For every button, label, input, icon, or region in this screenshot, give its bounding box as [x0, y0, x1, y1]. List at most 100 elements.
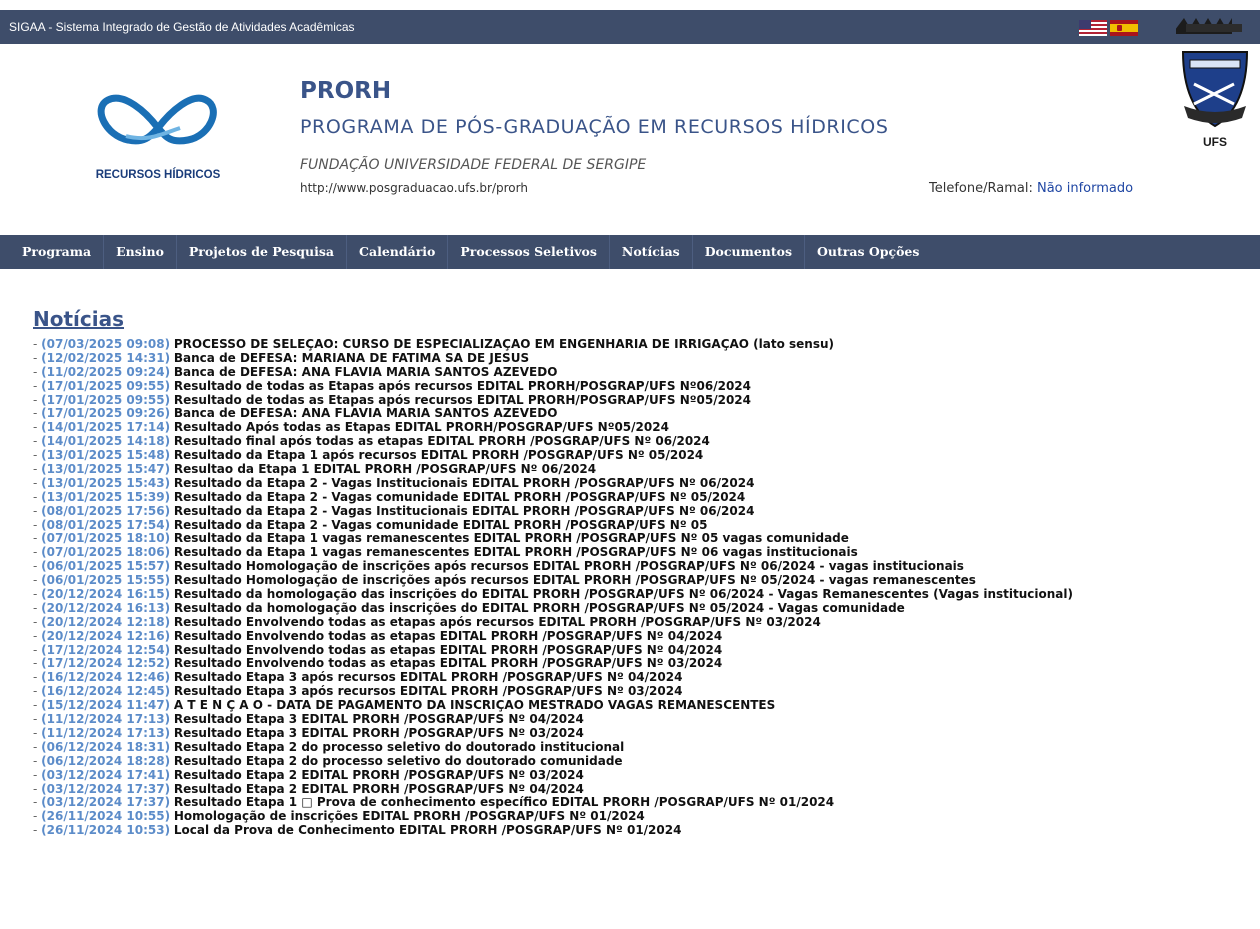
news-date: (03/12/2024 17:37) — [41, 796, 171, 810]
news-date: (26/11/2024 10:53) — [41, 824, 171, 838]
news-item[interactable]: - (08/01/2025 17:54) Resultado da Etapa … — [33, 519, 1253, 533]
news-item[interactable]: - (16/12/2024 12:45) Resultado Etapa 3 a… — [33, 685, 1253, 699]
news-item[interactable]: - (03/12/2024 17:41) Resultado Etapa 2 E… — [33, 769, 1253, 783]
news-item[interactable]: - (11/02/2025 09:24) Banca de DEFESA: AN… — [33, 366, 1253, 380]
news-date: (07/03/2025 09:08) — [41, 338, 171, 351]
news-title[interactable]: Resultado Etapa 2 EDITAL PRORH /POSGRAP/… — [174, 769, 584, 782]
news-item[interactable]: - (13/01/2025 15:47) Resultao da Etapa 1… — [33, 463, 1253, 477]
news-title[interactable]: Resultado Etapa 3 após recursos EDITAL P… — [174, 671, 683, 684]
news-item[interactable]: - (14/01/2025 14:18) Resultado final apó… — [33, 435, 1253, 449]
program-abbreviation: PRORH — [300, 78, 392, 104]
news-title[interactable]: Resultado da homologação das inscrições … — [174, 588, 1073, 601]
news-title[interactable]: Resultado Após todas as Etapas EDITAL PR… — [174, 421, 669, 434]
news-item[interactable]: - (11/12/2024 17:13) Resultado Etapa 3 E… — [33, 727, 1253, 741]
news-title[interactable]: Local da Prova de Conhecimento EDITAL PR… — [174, 824, 682, 837]
news-title[interactable]: Homologação de inscrições EDITAL PRORH /… — [174, 810, 645, 823]
news-title[interactable]: Resultado da Etapa 2 - Vagas Institucion… — [174, 477, 755, 490]
news-date: (20/12/2024 12:16) — [41, 629, 171, 643]
news-title[interactable]: A T E N Ç Ã O - DATA DE PAGAMENTO DA INS… — [174, 699, 775, 712]
news-date: (07/01/2025 18:06) — [41, 546, 171, 560]
news-item[interactable]: - (13/01/2025 15:39) Resultado da Etapa … — [33, 491, 1253, 505]
news-date: (15/12/2024 11:47) — [41, 699, 171, 713]
news-title[interactable]: Resultado Etapa 2 do processo seletivo d… — [174, 741, 624, 754]
nav-ensino[interactable]: Ensino — [104, 235, 177, 269]
news-item[interactable]: - (06/01/2025 15:55) Resultado Homologaç… — [33, 574, 1253, 588]
news-title[interactable]: Resultado da Etapa 1 vagas remanescentes… — [174, 546, 858, 559]
news-date: (16/12/2024 12:45) — [41, 685, 171, 699]
nav-projetos-de-pesquisa[interactable]: Projetos de Pesquisa — [177, 235, 348, 269]
news-item[interactable]: - (17/01/2025 09:55) Resultado de todas … — [33, 380, 1253, 394]
news-item[interactable]: - (16/12/2024 12:46) Resultado Etapa 3 a… — [33, 671, 1253, 685]
news-item[interactable]: - (07/01/2025 18:10) Resultado da Etapa … — [33, 532, 1253, 546]
news-title[interactable]: Resultado Etapa 3 EDITAL PRORH /POSGRAP/… — [174, 713, 584, 726]
news-date: (17/12/2024 12:52) — [41, 657, 171, 671]
news-title[interactable]: Resultado da homologação das inscrições … — [174, 602, 905, 615]
news-item[interactable]: - (11/12/2024 17:13) Resultado Etapa 3 E… — [33, 713, 1253, 727]
news-item[interactable]: - (20/12/2024 16:13) Resultado da homolo… — [33, 602, 1253, 616]
news-item[interactable]: - (26/11/2024 10:53) Local da Prova de C… — [33, 824, 1253, 838]
news-item[interactable]: - (12/02/2025 14:31) Banca de DEFESA: MA… — [33, 352, 1253, 366]
news-item[interactable]: - (03/12/2024 17:37) Resultado Etapa 2 E… — [33, 783, 1253, 797]
news-item[interactable]: - (17/12/2024 12:54) Resultado Envolvend… — [33, 644, 1253, 658]
news-item[interactable]: - (06/01/2025 15:57) Resultado Homologaç… — [33, 560, 1253, 574]
news-title[interactable]: Resultado da Etapa 1 após recursos EDITA… — [174, 449, 703, 462]
news-title[interactable]: Resultado Etapa 3 EDITAL PRORH /POSGRAP/… — [174, 727, 584, 740]
news-item[interactable]: - (20/12/2024 12:16) Resultado Envolvend… — [33, 630, 1253, 644]
news-item[interactable]: - (17/12/2024 12:52) Resultado Envolvend… — [33, 657, 1253, 671]
news-title[interactable]: Resultado da Etapa 1 vagas remanescentes… — [174, 532, 849, 545]
nav-documentos[interactable]: Documentos — [693, 235, 806, 269]
news-date: (13/01/2025 15:47) — [41, 463, 171, 477]
news-title[interactable]: Resultado Envolvendo todas as etapas EDI… — [174, 630, 722, 643]
news-title[interactable]: Banca de DEFESA: ANA FLAVIA MARIA SANTOS… — [174, 366, 558, 379]
news-title[interactable]: Banca de DEFESA: MARIANA DE FÁTIMA SÁ DE… — [174, 352, 529, 365]
us-flag-icon[interactable] — [1079, 20, 1107, 36]
logo-text: RECURSOS HÍDRICOS — [96, 168, 221, 181]
nav-processos-seletivos[interactable]: Processos Seletivos — [448, 235, 610, 269]
news-item[interactable]: - (20/12/2024 12:18) Resultado Envolvend… — [33, 616, 1253, 630]
news-title[interactable]: Resultado Etapa 1 □ Prova de conheciment… — [174, 796, 834, 809]
news-title[interactable]: PROCESSO DE SELEÇÃO: CURSO DE ESPECIALIZ… — [174, 338, 834, 351]
phone-value: Não informado — [1036, 181, 1134, 196]
nav-outras-opcoes[interactable]: Outras Opções — [805, 235, 931, 269]
news-item[interactable]: - (06/12/2024 18:28) Resultado Etapa 2 d… — [33, 755, 1253, 769]
news-title[interactable]: Resultado Envolvendo todas as etapas EDI… — [174, 644, 722, 657]
news-item[interactable]: - (17/01/2025 09:26) Banca de DEFESA: AN… — [33, 407, 1253, 421]
news-item[interactable]: - (07/01/2025 18:06) Resultado da Etapa … — [33, 546, 1253, 560]
news-item[interactable]: - (06/12/2024 18:31) Resultado Etapa 2 d… — [33, 741, 1253, 755]
news-title[interactable]: Resultado da Etapa 2 - Vagas Institucion… — [174, 505, 755, 518]
news-title[interactable]: Resultado Etapa 2 do processo seletivo d… — [174, 755, 623, 768]
news-item[interactable]: - (20/12/2024 16:15) Resultado da homolo… — [33, 588, 1253, 602]
nav-programa[interactable]: Programa — [0, 235, 105, 269]
news-title[interactable]: Resultado Envolvendo todas as etapas apó… — [174, 616, 821, 629]
news-title[interactable]: Resultado de todas as Etapas após recurs… — [174, 380, 751, 393]
news-item[interactable]: - (13/01/2025 15:43) Resultado da Etapa … — [33, 477, 1253, 491]
news-item[interactable]: - (08/01/2025 17:56) Resultado da Etapa … — [33, 505, 1253, 519]
news-date: (17/01/2025 09:55) — [41, 379, 171, 393]
news-title[interactable]: Banca de DEFESA: ANA FLAVIA MARIA SANTOS… — [174, 407, 558, 420]
news-title[interactable]: Resultado Etapa 3 após recursos EDITAL P… — [174, 685, 683, 698]
news-item[interactable]: - (26/11/2024 10:55) Homologação de insc… — [33, 810, 1253, 824]
program-website-link[interactable]: http://www.posgraduacao.ufs.br/prorh — [300, 181, 528, 195]
news-title[interactable]: Resultado Envolvendo todas as etapas EDI… — [174, 657, 722, 670]
nav-calendario[interactable]: Calendário — [347, 235, 449, 269]
news-date: (11/02/2025 09:24) — [41, 365, 171, 379]
news-item[interactable]: - (03/12/2024 17:37) Resultado Etapa 1 □… — [33, 796, 1253, 810]
news-date: (20/12/2024 16:13) — [41, 601, 171, 615]
news-item[interactable]: - (13/01/2025 15:48) Resultado da Etapa … — [33, 449, 1253, 463]
news-title[interactable]: Resultado de todas as Etapas após recurs… — [174, 394, 751, 407]
spain-flag-icon[interactable] — [1110, 20, 1138, 36]
news-date: (13/01/2025 15:48) — [41, 449, 171, 463]
news-item[interactable]: - (17/01/2025 09:55) Resultado de todas … — [33, 394, 1253, 408]
news-title[interactable]: Resultado da Etapa 2 - Vagas comunidade … — [174, 519, 708, 532]
news-title[interactable]: Resultado Homologação de inscrições após… — [174, 560, 964, 573]
news-item[interactable]: - (15/12/2024 11:47) A T E N Ç Ã O - DAT… — [33, 699, 1253, 713]
news-title[interactable]: Resultao da Etapa 1 EDITAL PRORH /POSGRA… — [174, 463, 596, 476]
news-title[interactable]: Resultado da Etapa 2 - Vagas comunidade … — [174, 491, 745, 504]
nav-noticias[interactable]: Notícias — [610, 235, 693, 269]
news-title[interactable]: Resultado Etapa 2 EDITAL PRORH /POSGRAP/… — [174, 783, 584, 796]
news-item[interactable]: - (07/03/2025 09:08) PROCESSO DE SELEÇÃO… — [33, 338, 1253, 352]
news-title[interactable]: Resultado Homologação de inscrições após… — [174, 574, 976, 587]
news-title[interactable]: Resultado final após todas as etapas EDI… — [174, 435, 710, 448]
news-item[interactable]: - (14/01/2025 17:14) Resultado Após toda… — [33, 421, 1253, 435]
top-bar: SIGAA - Sistema Integrado de Gestão de A… — [0, 10, 1260, 44]
